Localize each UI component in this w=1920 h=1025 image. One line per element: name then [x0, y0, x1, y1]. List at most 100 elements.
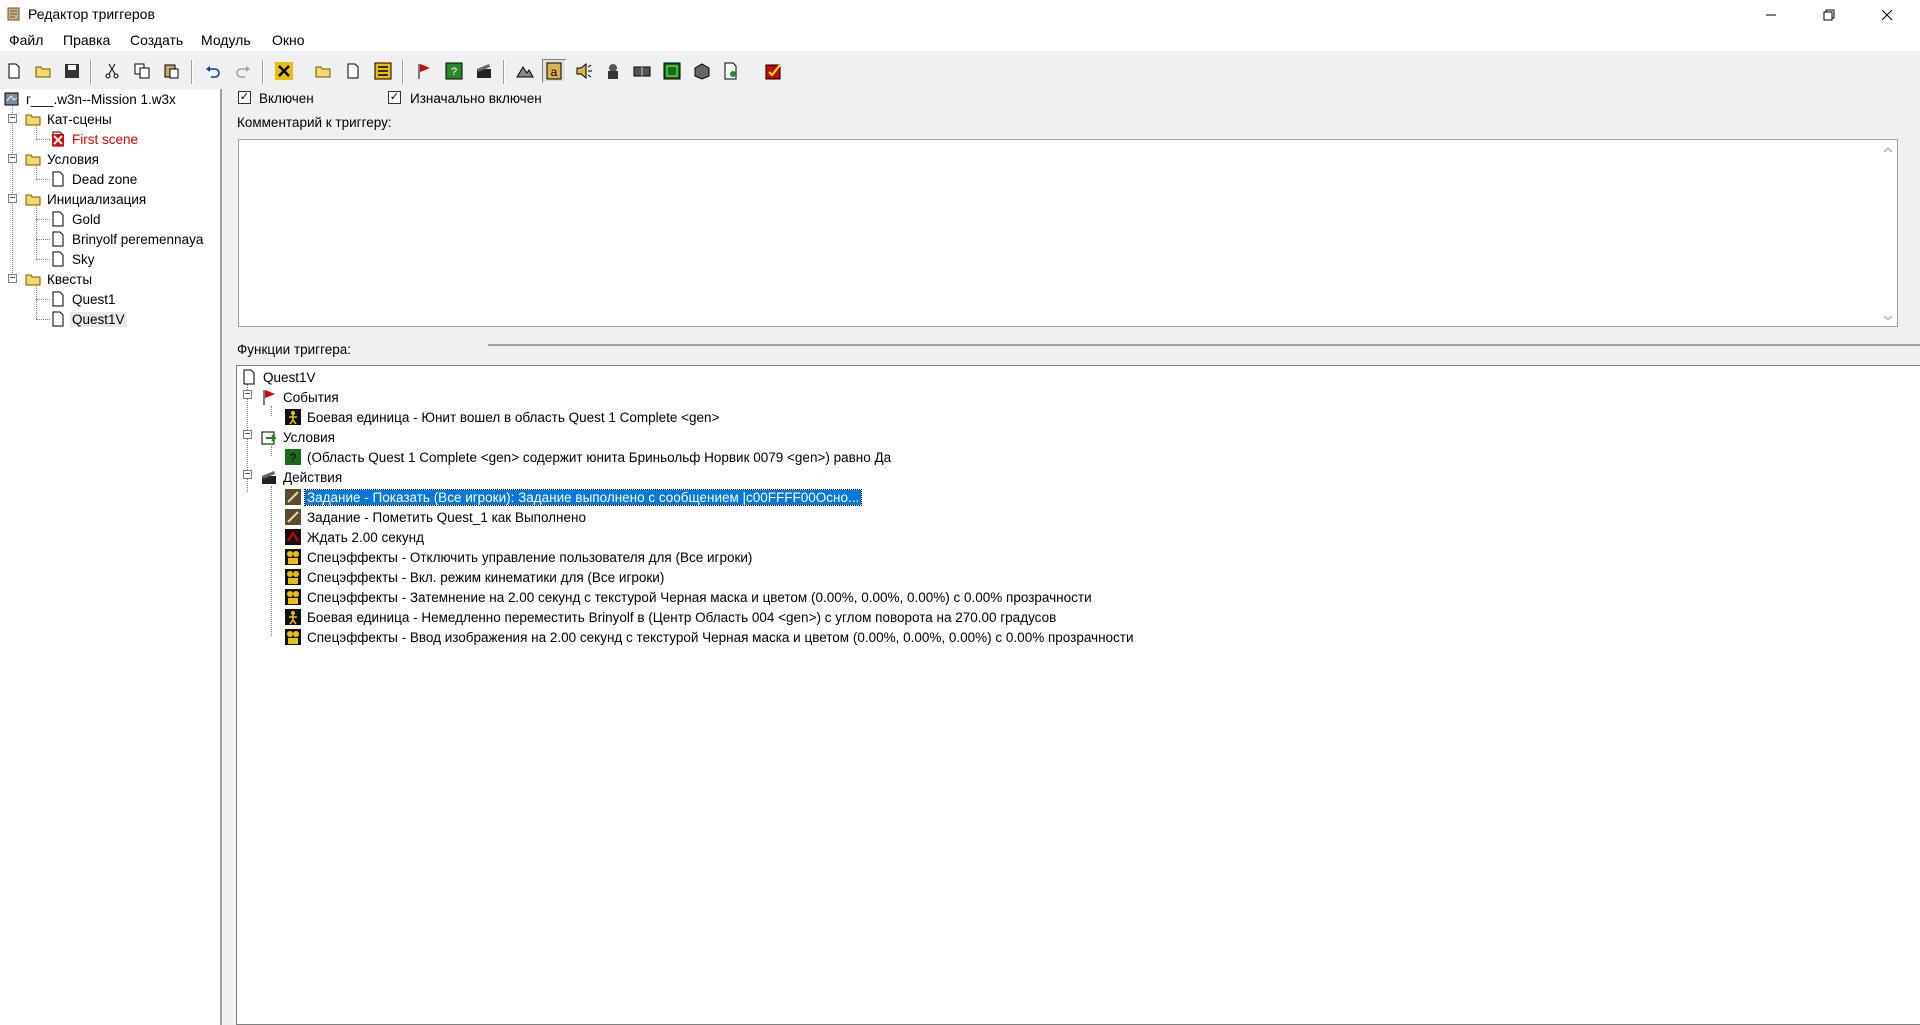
tree-folder-conditions[interactable]: Условия [25, 150, 101, 168]
action-row[interactable]: Задание - Пометить Quest_1 как Выполнено [285, 508, 588, 526]
menu-file[interactable]: Файл [9, 32, 43, 48]
new-action-button[interactable] [472, 59, 496, 83]
tree-item-dead-zone[interactable]: Dead zone [50, 170, 139, 188]
import-box-icon [694, 63, 710, 80]
action-row[interactable]: Боевая единица - Немедленно переместить … [285, 608, 1058, 626]
trigger-label: Quest1 [72, 291, 116, 307]
action-row[interactable]: Спецэффекты - Затемнение на 2.00 секунд … [285, 588, 1094, 606]
folder-icon [25, 154, 41, 166]
terrain-editor-button[interactable] [513, 59, 537, 83]
tree-item-sky[interactable]: Sky [50, 250, 97, 268]
window-title: Редактор триггеров [28, 6, 155, 22]
delete-button[interactable] [272, 59, 296, 83]
trigger-editor-button[interactable]: a [542, 59, 566, 83]
maximize-button[interactable] [1800, 0, 1858, 29]
enabled-label: Включен [259, 91, 314, 106]
functions-root[interactable]: Quest1V [241, 368, 318, 386]
tree-item-gold[interactable]: Gold [50, 210, 103, 228]
event-row[interactable]: Боевая единица - Юнит вошел в область Qu… [285, 408, 721, 426]
sound-editor-button[interactable] [572, 59, 596, 83]
paste-button[interactable] [159, 59, 183, 83]
collapse-toggle[interactable]: − [8, 114, 17, 124]
folder-icon [25, 194, 41, 206]
open-button[interactable] [31, 59, 55, 83]
trigger-functions-tree[interactable]: Quest1V − События Боевая единица - Юнит … [236, 365, 1920, 1025]
splitter[interactable] [488, 344, 1920, 346]
campaign-book-icon [633, 66, 651, 77]
collapse-toggle[interactable]: − [243, 470, 252, 480]
new-comment-button[interactable] [371, 59, 395, 83]
action-row[interactable]: Спецэффекты - Отключить управление польз… [285, 548, 754, 566]
menu-edit[interactable]: Правка [63, 32, 110, 48]
initially-on-label: Изначально включен [410, 91, 542, 106]
tree-line [271, 446, 272, 456]
actions-node[interactable]: Действия [261, 468, 344, 486]
undo-button[interactable] [201, 59, 225, 83]
trigger-document-icon [52, 251, 64, 267]
test-map-button[interactable] [762, 59, 786, 83]
action-row[interactable]: Спецэффекты - Ввод изображения на 2.00 с… [285, 628, 1136, 646]
tree-item-first-scene[interactable]: First scene [50, 130, 140, 148]
cinematic-icon [285, 549, 301, 565]
save-button[interactable] [60, 59, 84, 83]
object-editor-button[interactable] [601, 59, 625, 83]
minimize-button[interactable] [1742, 0, 1800, 29]
conditions-label: Условия [283, 429, 335, 445]
redo-button[interactable] [231, 59, 255, 83]
import-manager-button[interactable] [690, 59, 714, 83]
new-trigger-button[interactable] [341, 59, 365, 83]
new-category-button[interactable] [311, 59, 335, 83]
trigger-tree-panel[interactable]: г___.w3n--Mission 1.w3x − Кат-сцены Firs… [0, 89, 222, 1025]
tree-item-brinyolf[interactable]: Brinyolf peremennaya [50, 230, 205, 248]
copy-button[interactable] [130, 59, 154, 83]
action-row[interactable]: Спецэффекты - Вкл. режим кинематики для … [285, 568, 666, 586]
folder-label: Квесты [47, 271, 93, 287]
tree-item-quest1v[interactable]: Quest1V [50, 310, 127, 328]
action-text: Ждать 2.00 секунд [307, 529, 424, 545]
cinematic-icon [285, 569, 301, 585]
condition-row[interactable]: ? (Область Quest 1 Complete <gen> содерж… [285, 448, 893, 466]
trigger-label: First scene [72, 131, 139, 147]
disabled-trigger-icon [52, 131, 64, 147]
collapse-toggle[interactable]: − [8, 154, 17, 164]
tree-folder-quests[interactable]: Квесты [25, 270, 94, 288]
campaign-editor-button[interactable] [630, 59, 654, 83]
comment-scrollbar[interactable] [1880, 140, 1897, 326]
object-manager-button[interactable] [719, 59, 743, 83]
close-button[interactable] [1858, 0, 1916, 29]
menu-module[interactable]: Модуль [201, 32, 251, 48]
cut-button[interactable] [100, 59, 124, 83]
tree-folder-initialization[interactable]: Инициализация [25, 190, 148, 208]
collapse-toggle[interactable]: − [8, 274, 17, 284]
action-text: Задание - Пометить Quest_1 как Выполнено [307, 509, 586, 525]
comment-textarea[interactable] [238, 139, 1898, 327]
menu-create[interactable]: Создать [130, 32, 183, 48]
ai-editor-button[interactable] [660, 59, 684, 83]
new-event-button[interactable] [412, 59, 436, 83]
conditions-node[interactable]: Условия [261, 428, 337, 446]
folder-label: Условия [47, 151, 99, 167]
tree-root-label: г___.w3n--Mission 1.w3x [26, 91, 176, 107]
save-icon [65, 64, 79, 78]
tree-root-map[interactable]: г___.w3n--Mission 1.w3x [4, 90, 178, 108]
menu-window[interactable]: Окно [272, 32, 305, 48]
tree-folder-cutscenes[interactable]: Кат-сцены [25, 110, 114, 128]
events-node[interactable]: События [261, 388, 341, 406]
trigger-label: Brinyolf peremennaya [72, 231, 204, 247]
event-text: Боевая единица - Юнит вошел в область Qu… [307, 409, 720, 425]
trigger-document-icon [347, 63, 359, 79]
speaker-icon [576, 62, 592, 80]
new-condition-button[interactable]: ? [442, 59, 466, 83]
title-bar: Редактор триггеров [0, 0, 1920, 29]
collapse-toggle[interactable]: − [243, 430, 252, 440]
action-row[interactable]: Ждать 2.00 секунд [285, 528, 426, 546]
object-manager-icon [724, 62, 737, 80]
new-button[interactable] [2, 59, 26, 83]
initially-on-checkbox[interactable]: ✓ [388, 91, 401, 104]
red-flag-icon [418, 64, 430, 79]
collapse-toggle[interactable]: − [8, 194, 17, 204]
collapse-toggle[interactable]: − [243, 390, 252, 400]
tree-item-quest1[interactable]: Quest1 [50, 290, 118, 308]
enabled-checkbox[interactable]: ✓ [238, 91, 251, 104]
action-row-selected[interactable]: Задание - Показать (Все игроки): Задание… [285, 488, 863, 506]
